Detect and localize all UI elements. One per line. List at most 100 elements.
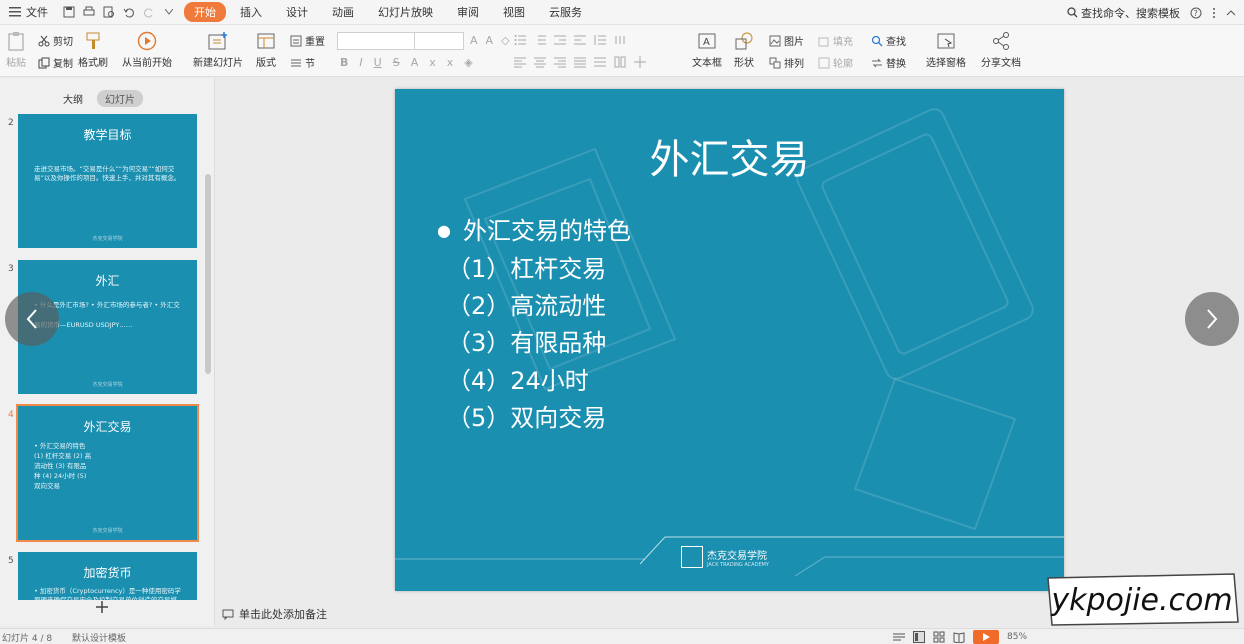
customize-dropdown-icon[interactable] [162,5,176,19]
underline-icon[interactable]: U [374,56,382,69]
distribute-icon[interactable] [594,56,606,68]
format-painter-button[interactable]: 格式刷 [78,31,108,69]
columns-icon[interactable] [614,56,626,68]
strikethrough-icon[interactable]: S [393,56,400,69]
chevron-right-icon [1207,309,1218,329]
shape-button[interactable]: 形状 [734,31,754,69]
add-slide-button[interactable] [95,600,109,614]
slideshow-play-button[interactable] [973,630,999,644]
hamburger-menu-icon[interactable] [4,7,26,17]
tab-view[interactable]: 视图 [493,2,535,22]
slide-thumbnail[interactable]: 教学目标 走进交易市场。“交易是什么”“为何交易”“如何交易”以及你操作的项目。… [18,114,197,248]
tab-design[interactable]: 设计 [276,2,318,22]
vertical-align-icon[interactable] [634,56,646,68]
layout-icon [257,33,275,49]
arrange-button[interactable]: 排列 [769,55,804,70]
font-family-select[interactable] [337,32,415,50]
tab-slideshow[interactable]: 幻灯片放映 [368,2,443,22]
slide-canvas[interactable]: 外汇交易 ● 外汇交易的特色 （1）杠杆交易 （2）高流动性 （3）有限品种 （4… [395,89,1064,591]
notes-toggle-icon[interactable] [893,632,905,642]
replace-button[interactable]: 替换 [871,55,906,70]
slide-thumbnail-selected[interactable]: 外汇交易 • 外汇交易的特色 (1) 杠杆交易 (2) 高流动性 (3) 有限品… [16,404,199,542]
tab-slides[interactable]: 幻灯片 [97,90,143,107]
replace-label: 替换 [886,59,906,70]
help-icon[interactable]: ? [1190,7,1202,19]
ribbon-toolbar: 粘贴 剪切 复制 格式刷 从当前开始 新建幻灯片 版式 重置 节 A A ◇ B [0,25,1244,77]
subscript-icon[interactable]: x [447,56,454,69]
more-options-icon[interactable] [1212,7,1216,19]
font-size-select[interactable] [414,32,464,50]
layout-button[interactable]: 版式 [256,31,276,69]
align-right-icon[interactable] [554,56,566,68]
normal-view-icon[interactable] [913,631,925,643]
eraser-icon[interactable]: ◈ [464,56,472,69]
slide-sorter-icon[interactable] [933,631,945,643]
file-menu[interactable]: 文件 [26,4,48,20]
justify-icon[interactable] [574,56,586,68]
text-direction-icon[interactable] [614,34,626,46]
paste-button[interactable]: 粘贴 [6,31,26,69]
italic-icon[interactable]: I [359,56,362,69]
next-slide-button[interactable] [1185,292,1239,346]
align-left-icon[interactable] [514,56,526,68]
clear-format-icon[interactable]: ◇ [501,34,509,47]
quick-access-toolbar [62,5,176,19]
bullet-list-icon[interactable] [514,34,526,46]
reset-button[interactable]: 重置 [290,33,325,48]
bullet-dot: ● [437,221,451,240]
tab-cloud-service[interactable]: 云服务 [539,2,592,22]
tab-animation[interactable]: 动画 [322,2,364,22]
print-icon[interactable] [82,5,96,19]
slide-title[interactable]: 外汇交易 [395,127,1064,185]
selection-pane-button[interactable]: 选择窗格 [926,31,966,69]
ribbon-tabs: 开始 插入 设计 动画 幻灯片放映 审阅 视图 云服务 [184,2,596,22]
thumb-number: 3 [8,264,14,274]
picture-button[interactable]: 图片 [769,33,804,48]
font-color-icon[interactable]: A [411,56,419,69]
numbered-list-icon[interactable] [534,34,546,46]
tab-home[interactable]: 开始 [184,2,226,22]
bold-icon[interactable]: B [340,56,348,69]
textbox-button[interactable]: A 文本框 [692,31,722,69]
save-icon[interactable] [62,5,76,19]
increase-indent-icon[interactable] [574,34,586,46]
new-slide-button[interactable]: 新建幻灯片 [193,31,243,69]
cut-button[interactable]: 剪切 [38,33,73,48]
zoom-level[interactable]: 85% [1007,632,1027,642]
section-label: 节 [305,59,315,70]
slide-list-item: （1）杠杆交易 [447,255,607,283]
decrease-font-icon[interactable]: A [486,34,494,47]
copy-button[interactable]: 复制 [38,55,73,70]
superscript-icon[interactable]: x [429,56,436,69]
panel-tabs: 大纲 幻灯片 [55,90,143,107]
print-preview-icon[interactable] [102,5,116,19]
find-button[interactable]: 查找 [871,33,906,48]
reading-view-icon[interactable] [953,631,965,643]
collapse-ribbon-icon[interactable] [1226,9,1236,16]
line-spacing-icon[interactable] [594,34,606,46]
slide-thumbnail[interactable]: 加密货币 • 加密货币（Cryptocurrency）是一种使用密码学原理来确保… [18,552,197,600]
thumb-title: 外汇 [95,274,120,288]
redo-icon[interactable] [142,5,156,19]
previous-slide-button[interactable] [5,292,59,346]
notes-area[interactable]: 单击此处添加备注 [222,606,327,622]
align-center-icon[interactable] [534,56,546,68]
slide-counter: 幻灯片 4 / 8 [2,634,53,644]
cut-label: 剪切 [53,37,73,48]
copy-icon [38,57,50,68]
play-from-current-button[interactable]: 从当前开始 [122,31,172,69]
section-button[interactable]: 节 [290,55,315,70]
outline-button[interactable]: 轮廓 [818,55,853,70]
undo-icon[interactable] [122,5,136,19]
academy-logo: 杰克交易学院 JACK TRADING ACADEMY [681,546,769,568]
share-document-button[interactable]: 分享文档 [981,31,1021,69]
reset-icon [290,35,302,46]
tab-insert[interactable]: 插入 [230,2,272,22]
command-search[interactable]: 查找命令、搜索模板 [1067,5,1180,21]
fill-button[interactable]: 填充 [818,33,853,48]
decrease-indent-icon[interactable] [554,34,566,46]
tab-outline[interactable]: 大纲 [55,90,91,107]
thumbnail-scrollbar[interactable] [205,174,211,374]
increase-font-icon[interactable]: A [470,34,478,47]
tab-review[interactable]: 审阅 [447,2,489,22]
